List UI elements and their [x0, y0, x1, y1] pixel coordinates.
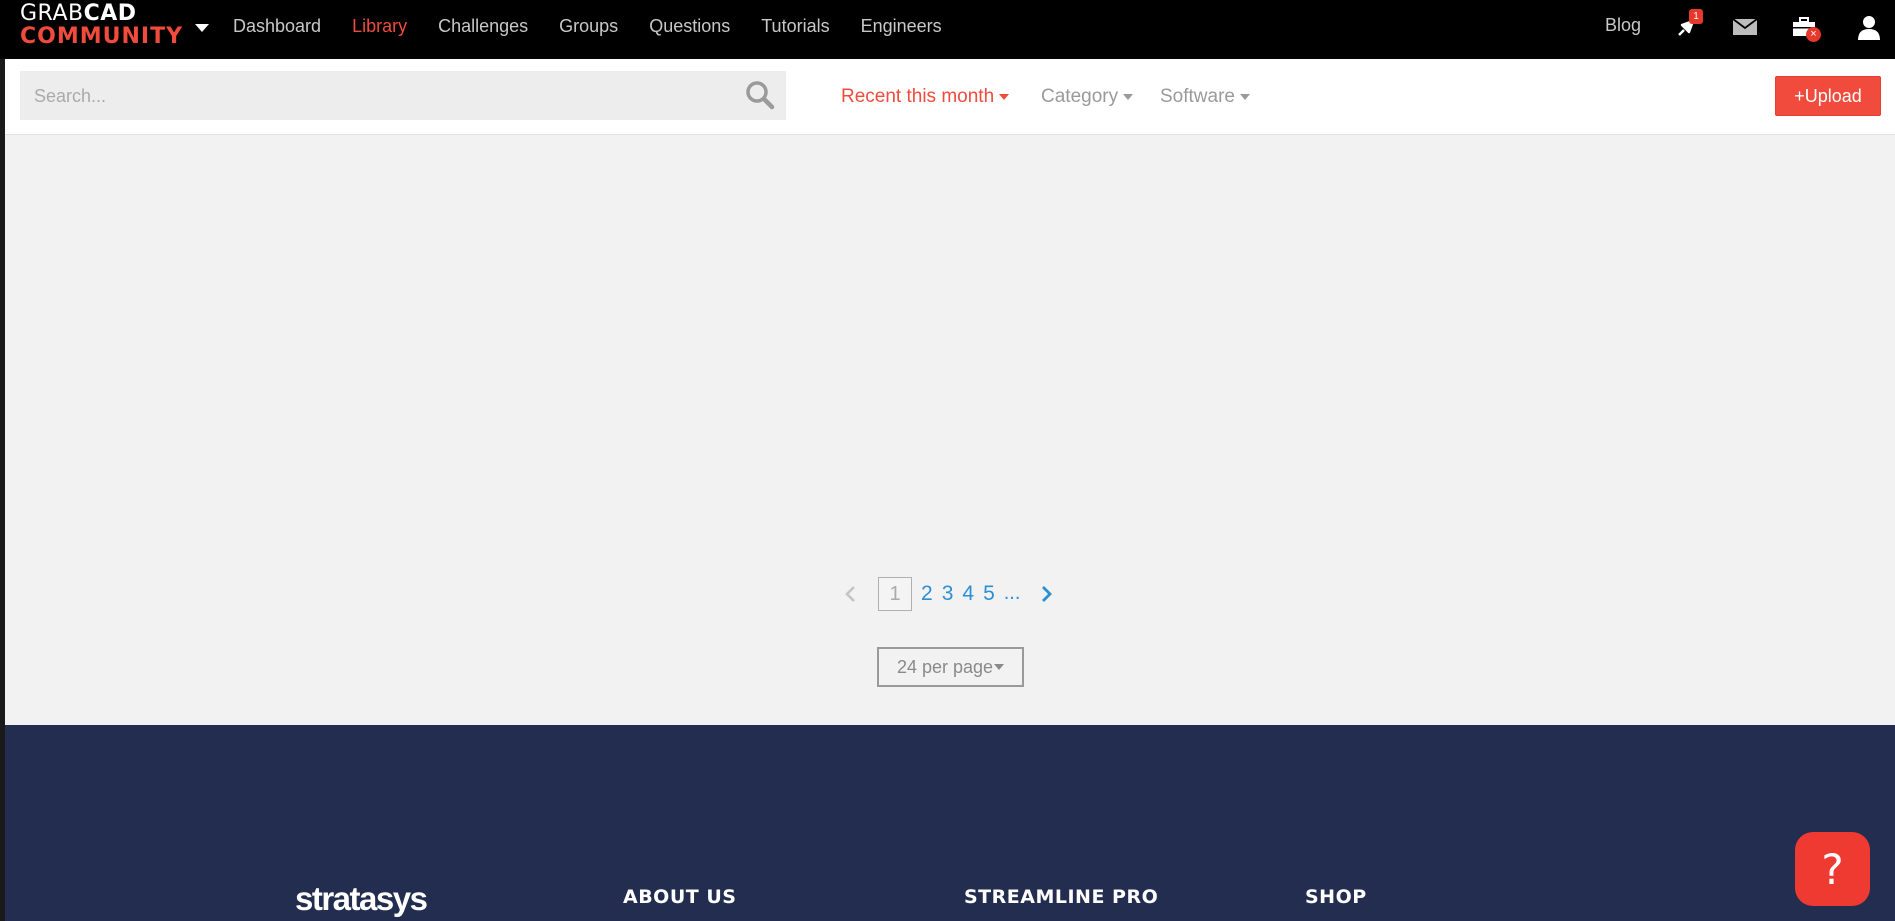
messages-button[interactable]	[1731, 13, 1759, 41]
workbench-button[interactable]: ×	[1790, 13, 1821, 42]
stratasys-logo[interactable]: stratasys	[295, 880, 428, 918]
library-results-area: 1 2 3 4 5 ... 24 per page	[5, 135, 1895, 725]
next-page-button[interactable]	[1036, 583, 1058, 605]
nav-tutorials[interactable]: Tutorials	[761, 16, 829, 37]
search-icon[interactable]	[745, 80, 775, 110]
notification-count-badge: 1	[1689, 9, 1703, 24]
help-button[interactable]: ?	[1795, 832, 1870, 906]
footer-heading-shop: SHOP	[1305, 886, 1367, 908]
nav-challenges[interactable]: Challenges	[438, 16, 528, 37]
recent-this-month-filter[interactable]: Recent this month	[841, 86, 1010, 108]
workbench-status-badge: ×	[1806, 27, 1821, 42]
chevron-down-icon	[999, 94, 1010, 100]
chevron-down-icon	[994, 664, 1005, 670]
top-navigation-bar: GRABCAD COMMUNITY Dashboard Library Chal…	[0, 0, 1895, 59]
nav-dashboard[interactable]: Dashboard	[233, 16, 321, 37]
logo-menu-chevron-down-icon[interactable]	[195, 24, 209, 32]
user-icon	[1858, 16, 1880, 40]
logo-community-text: COMMUNITY	[20, 24, 184, 49]
pagination: 1 2 3 4 5 ...	[840, 576, 1058, 611]
software-filter-label: Software	[1160, 86, 1235, 107]
search-box	[20, 71, 786, 120]
nav-engineers[interactable]: Engineers	[861, 16, 942, 37]
page-link-3[interactable]: 3	[942, 582, 954, 606]
pagination-ellipsis: ...	[1003, 582, 1021, 604]
chevron-right-icon	[1042, 585, 1053, 602]
per-page-select[interactable]: 24 per page	[877, 647, 1024, 687]
category-filter[interactable]: Category	[1041, 86, 1134, 108]
footer-heading-streamline-pro: STREAMLINE PRO	[964, 886, 1159, 908]
nav-groups[interactable]: Groups	[559, 16, 618, 37]
user-menu-button[interactable]	[1855, 13, 1883, 41]
nav-library[interactable]: Library	[352, 16, 407, 37]
site-footer: stratasys ABOUT US STREAMLINE PRO SHOP	[5, 725, 1895, 921]
chevron-down-icon	[1123, 94, 1134, 100]
category-filter-label: Category	[1041, 86, 1119, 107]
main-nav: Dashboard Library Challenges Groups Ques…	[233, 0, 973, 52]
previous-page-button[interactable]	[840, 584, 860, 604]
mail-icon	[1732, 18, 1758, 35]
logo-grab-text: GRAB	[20, 1, 84, 26]
page-link-4[interactable]: 4	[962, 582, 974, 606]
question-mark-icon: ?	[1821, 844, 1844, 894]
page-link-2[interactable]: 2	[921, 582, 933, 606]
software-filter[interactable]: Software	[1160, 86, 1250, 108]
page-link-5[interactable]: 5	[983, 582, 995, 606]
chevron-left-icon	[845, 585, 855, 602]
nav-blog[interactable]: Blog	[1605, 15, 1641, 36]
nav-questions[interactable]: Questions	[649, 16, 730, 37]
current-page: 1	[878, 576, 912, 611]
footer-heading-about-us: ABOUT US	[623, 886, 737, 908]
logo-cad-text: CAD	[83, 1, 137, 26]
library-filter-bar: Recent this month Category Software +Upl…	[5, 59, 1895, 135]
search-input[interactable]	[34, 84, 724, 108]
upload-button[interactable]: +Upload	[1775, 76, 1881, 116]
grabcad-community-logo[interactable]: GRABCAD COMMUNITY	[20, 3, 183, 48]
chevron-down-icon	[1239, 94, 1250, 100]
notifications-button[interactable]: 1	[1673, 9, 1703, 41]
recent-filter-label: Recent this month	[841, 86, 995, 107]
per-page-label: 24 per page	[896, 656, 994, 677]
